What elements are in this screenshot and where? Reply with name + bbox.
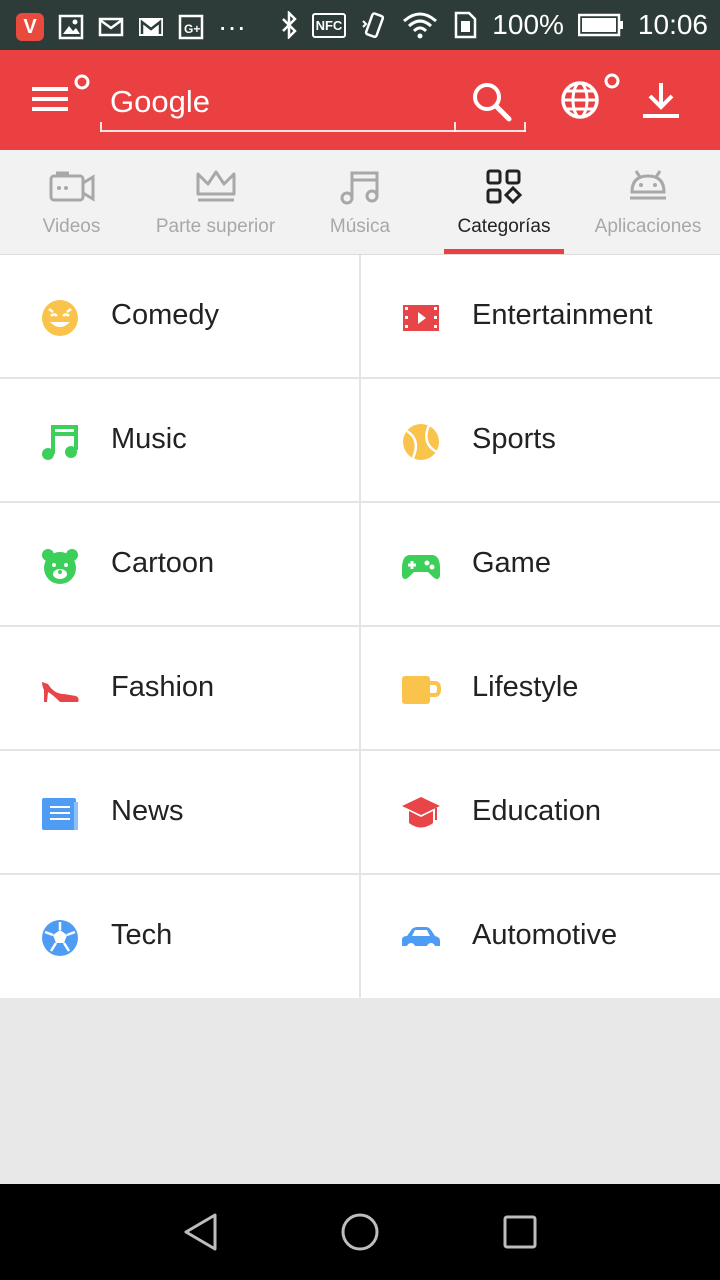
grid-divider <box>0 625 720 627</box>
tab-label: Categorías <box>457 216 551 237</box>
category-label: Comedy <box>111 299 219 331</box>
vidmate-notification-icon: V <box>16 13 44 41</box>
category-label: News <box>111 795 184 827</box>
tab-label: Música <box>329 216 391 237</box>
download-button[interactable] <box>640 80 682 127</box>
battery-percent: 100% <box>492 9 564 40</box>
tab-musica[interactable]: Música <box>288 150 432 254</box>
category-label: Tech <box>111 919 173 951</box>
video-camera-icon <box>49 171 94 202</box>
more-notifications: ··· <box>218 11 246 42</box>
wifi-icon <box>403 12 438 39</box>
category-label: Lifestyle <box>472 671 579 703</box>
grid-divider <box>0 377 720 379</box>
bluetooth-icon <box>281 11 297 39</box>
clock: 10:06 <box>637 9 708 40</box>
categories-icon <box>486 169 523 205</box>
category-grid: Comedy Entertainment Music Sports Cartoo… <box>0 255 720 998</box>
graduation-cap-icon <box>402 797 440 828</box>
back-icon <box>184 1213 217 1251</box>
tab-bar: Videos Parte superior Música Categorías … <box>0 150 720 255</box>
category-game[interactable]: Game <box>361 503 720 626</box>
android-icon <box>630 170 666 200</box>
sim-icon <box>455 11 477 39</box>
home-button[interactable] <box>340 1212 380 1257</box>
search-button[interactable] <box>470 80 514 129</box>
tab-label: Videos <box>42 216 101 237</box>
category-sports[interactable]: Sports <box>361 379 720 502</box>
category-fashion[interactable]: Fashion <box>0 627 359 750</box>
category-label: Sports <box>472 423 556 455</box>
tab-aplicaciones[interactable]: Aplicaciones <box>576 150 720 254</box>
tab-videos[interactable]: Videos <box>0 150 143 254</box>
mug-icon <box>402 676 441 704</box>
gamepad-icon <box>402 555 440 579</box>
category-label: Fashion <box>111 671 215 703</box>
smiley-icon <box>42 300 78 336</box>
home-icon <box>341 1213 379 1251</box>
category-label: Automotive <box>472 919 618 951</box>
recents-button[interactable] <box>502 1212 538 1257</box>
high-heel-icon <box>42 682 79 702</box>
active-tab-indicator <box>444 249 564 254</box>
category-label: Cartoon <box>111 547 215 579</box>
category-automotive[interactable]: Automotive <box>361 875 720 998</box>
category-label: Education <box>472 795 601 827</box>
category-lifestyle[interactable]: Lifestyle <box>361 627 720 750</box>
gmail-icon <box>139 18 163 36</box>
app-bar: Google <box>0 50 720 150</box>
system-navigation-bar <box>0 1184 720 1280</box>
menu-icon <box>32 74 90 111</box>
svg-text:G+: G+ <box>184 22 200 36</box>
category-tech[interactable]: Tech <box>0 875 359 998</box>
grid-divider <box>0 501 720 503</box>
tab-label: Aplicaciones <box>594 216 702 237</box>
crown-icon <box>196 170 235 202</box>
globe-icon <box>561 73 620 119</box>
grid-divider <box>0 749 720 751</box>
car-icon <box>402 927 440 951</box>
category-label: Music <box>111 423 187 455</box>
menu-button[interactable] <box>30 74 92 127</box>
download-icon <box>643 83 679 118</box>
film-icon <box>403 305 439 331</box>
newspaper-icon <box>42 798 78 830</box>
tab-label: Parte superior <box>155 216 276 237</box>
tab-categorias[interactable]: Categorías <box>432 150 576 254</box>
category-cartoon[interactable]: Cartoon <box>0 503 359 626</box>
vibrate-icon <box>362 12 385 39</box>
category-education[interactable]: Education <box>361 751 720 874</box>
grid-divider <box>0 873 720 875</box>
music-note-icon <box>340 171 379 205</box>
music-note-icon <box>42 425 78 460</box>
back-button[interactable] <box>182 1212 220 1257</box>
category-comedy[interactable]: Comedy <box>0 255 359 378</box>
category-entertainment[interactable]: Entertainment <box>361 255 720 378</box>
bear-icon <box>42 549 78 584</box>
tab-parte-superior[interactable]: Parte superior <box>143 150 288 254</box>
status-bar: V G+ ··· NFC 100% 10:06 <box>0 0 720 50</box>
ball-icon <box>403 424 439 460</box>
category-news[interactable]: News <box>0 751 359 874</box>
category-label: Entertainment <box>472 299 653 331</box>
image-icon <box>58 14 84 40</box>
nfc-icon: NFC <box>311 12 347 38</box>
search-icon <box>473 83 512 122</box>
category-music[interactable]: Music <box>0 379 359 502</box>
mail-icon <box>98 17 124 37</box>
battery-icon <box>577 13 623 37</box>
language-button[interactable] <box>558 72 624 129</box>
google-plus-icon: G+ <box>178 14 204 40</box>
recents-icon <box>503 1215 537 1249</box>
category-label: Game <box>472 547 551 579</box>
search-input[interactable]: Google <box>110 84 210 120</box>
soccer-ball-icon <box>42 920 78 956</box>
search-field[interactable]: Google <box>100 78 526 132</box>
